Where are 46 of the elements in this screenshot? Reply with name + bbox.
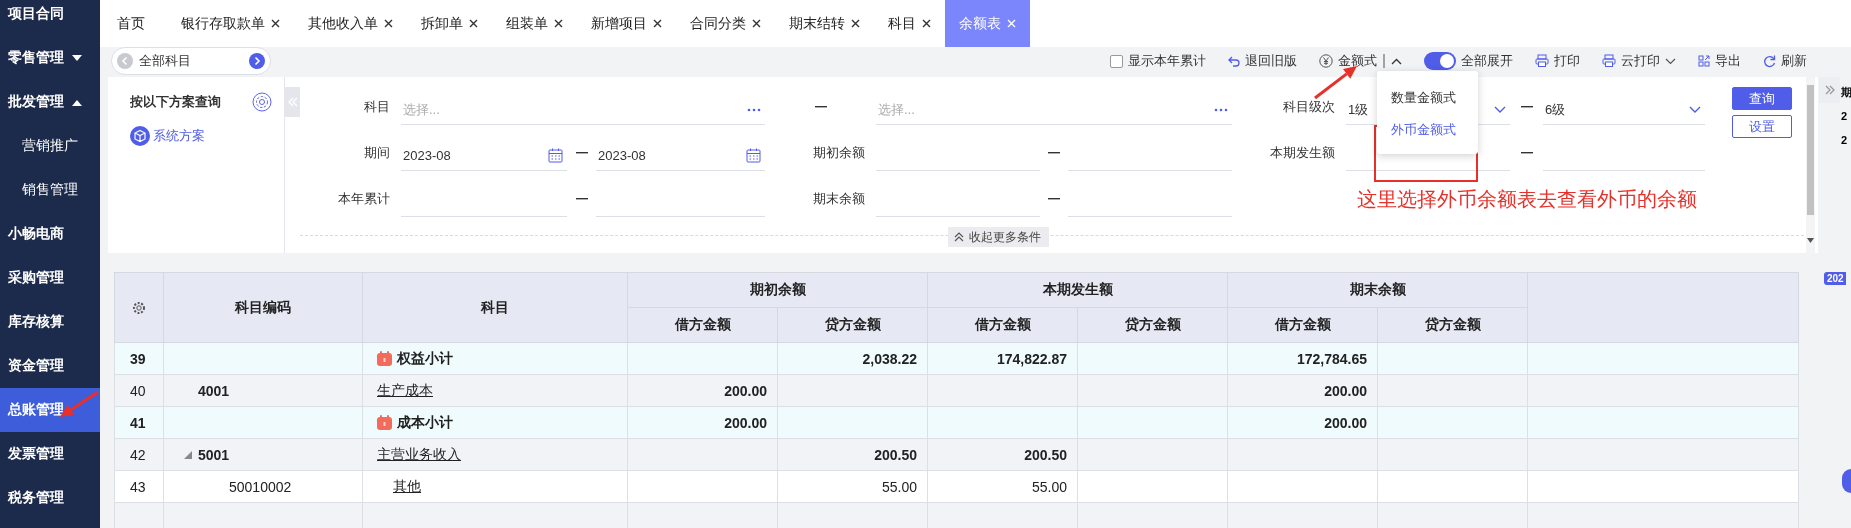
table-cell: 2,038.22 [862, 350, 917, 367]
field-label: 期末余额 [813, 190, 865, 208]
field-label: 科目 [364, 98, 390, 116]
column-header: 借方金额 [1227, 307, 1378, 343]
table-cell: 200.00 [724, 382, 767, 399]
column-header: 本期发生额 [927, 272, 1228, 308]
field-label: 本年累计 [338, 190, 390, 208]
table-cell: 55.00 [1031, 478, 1067, 495]
field-label: 期初余额 [813, 144, 865, 162]
panel-title: 按以下方案查询 [130, 93, 221, 111]
column-header: 科目编码 [163, 272, 363, 343]
column-header: 期 [1841, 84, 1851, 100]
column-header: 贷方金额 [1077, 307, 1228, 343]
table-cell: 权益小计 [397, 349, 453, 368]
annotation-text: 这里选择外币余额表去查看外币的余额 [1357, 187, 1697, 212]
table-cell: 200.50 [874, 446, 917, 463]
column-header: 借方金额 [627, 307, 778, 343]
table-cell: 200.00 [1324, 414, 1367, 431]
table-cell: 41 [114, 406, 164, 439]
table-cell: 5001 [198, 446, 230, 463]
table-cell: 40 [114, 374, 164, 407]
field-label: 科目级次 [1283, 98, 1335, 116]
column-header: 期末余额 [1227, 272, 1528, 308]
table-cell: 43 [114, 470, 164, 503]
table-cell: 200.00 [724, 414, 767, 431]
column-header: 科目 [362, 272, 628, 343]
year-badge: 202 [1824, 272, 1846, 285]
field-label: 期间 [364, 144, 390, 162]
table-cell: 174,822.87 [996, 350, 1067, 367]
column-header: 贷方金额 [777, 307, 928, 343]
field-label: 本期发生额 [1270, 144, 1335, 162]
toggle-label: 全部展开 [1461, 52, 1513, 70]
column-header: 借方金额 [927, 307, 1078, 343]
column-header: 期初余额 [627, 272, 928, 308]
table-cell: 172,784.65 [1296, 350, 1367, 367]
table-cell: 42 [114, 438, 164, 471]
table-cell: 55.00 [881, 478, 917, 495]
table-cell-text: 2 [1841, 133, 1849, 148]
column-header: 贷方金额 [1377, 307, 1528, 343]
table-cell: 50010002 [229, 478, 292, 495]
table-cell-text: 2 [1841, 109, 1849, 124]
table-cell: 39 [114, 342, 164, 375]
table-cell: 成本小计 [397, 413, 453, 432]
table-cell: 200.00 [1324, 382, 1367, 399]
table-cell: 200.50 [1024, 446, 1067, 463]
table-cell: 4001 [198, 382, 230, 399]
